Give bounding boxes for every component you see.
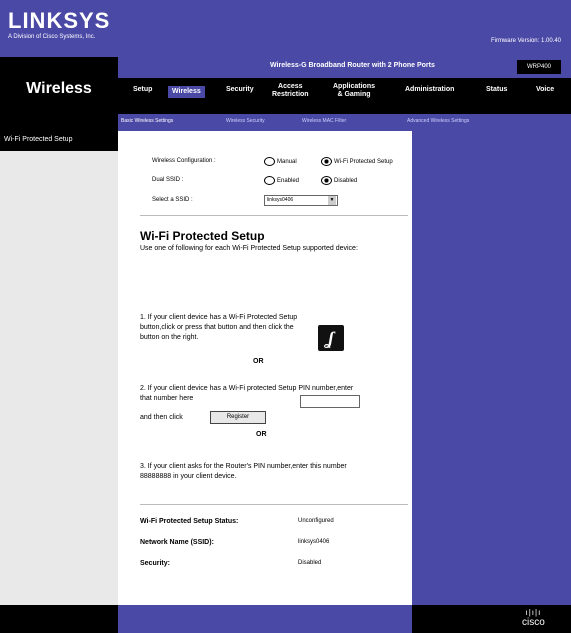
firmware-version: Firmware Version: 1.00.40 <box>490 38 561 44</box>
select-ssid-label: Select a SSID : <box>152 197 193 203</box>
product-name: Wireless-G Broadband Router with 2 Phone… <box>270 62 435 69</box>
security-label: Security: <box>140 560 170 567</box>
wps-step3: 3. If your client asks for the Router's … <box>140 463 347 480</box>
footer-right <box>412 605 571 633</box>
wps-status-value: Unconfigured <box>298 518 334 524</box>
wps-step2-then-click: and then click <box>140 414 183 421</box>
tab-wireless[interactable]: Wireless <box>168 86 205 98</box>
or-separator-2: OR <box>256 431 267 438</box>
divider-status <box>140 504 408 505</box>
dual-ssid-enabled-radio[interactable] <box>264 176 275 185</box>
tab-setup[interactable]: Setup <box>133 86 152 94</box>
cisco-bars-icon: ı|ı|ı <box>525 608 542 617</box>
cisco-logo: ı|ı|ı cisco <box>522 608 545 628</box>
tab-administration[interactable]: Administration <box>405 86 454 94</box>
tab-applications-gaming[interactable]: Applications & Gaming <box>333 83 375 99</box>
linksys-logo: LINKSYS <box>8 8 111 33</box>
dual-ssid-enabled-option[interactable]: Enabled <box>264 176 299 185</box>
tab-status[interactable]: Status <box>486 86 507 94</box>
tab-access-restriction[interactable]: Access Restriction <box>272 83 309 99</box>
network-name-label: Network Name (SSID): <box>140 539 214 546</box>
wps-label: Wi-Fi Protected Setup <box>334 159 393 166</box>
dual-ssid-disabled-radio[interactable] <box>321 176 332 185</box>
footer-left <box>0 605 118 633</box>
subtab-basic-wireless[interactable]: Basic Wireless Settings <box>121 118 173 124</box>
ssid-select[interactable]: linksys0406 ▼ <box>264 195 338 206</box>
divider <box>140 215 408 216</box>
wps-heading: Wi-Fi Protected Setup <box>140 229 265 243</box>
logo-tagline: A Division of Cisco Systems, Inc. <box>8 34 96 40</box>
wireless-config-label: Wireless Configuration : <box>152 158 216 164</box>
ssid-select-value: linksys0406 <box>267 197 294 203</box>
wps-option[interactable]: Wi-Fi Protected Setup <box>321 157 393 166</box>
chevron-down-icon: ▼ <box>328 196 336 205</box>
footer-center <box>118 605 412 633</box>
pin-number-input[interactable] <box>300 395 360 408</box>
wps-status-label: Wi-Fi Protected Setup Status: <box>140 518 239 525</box>
router-admin-page: LINKSYS A Division of Cisco Systems, Inc… <box>0 0 571 633</box>
tab-voice[interactable]: Voice <box>536 86 554 94</box>
sidebar <box>0 131 118 605</box>
manual-label: Manual <box>277 159 297 166</box>
wps-step1: 1. If your client device has a Wi-Fi Pro… <box>140 314 298 341</box>
wps-intro: Use one of following for each Wi-Fi Prot… <box>140 245 358 252</box>
dual-ssid-label: Dual SSID : <box>152 177 184 183</box>
security-value: Disabled <box>298 560 322 566</box>
cisco-wordmark: cisco <box>522 617 545 628</box>
subtab-advanced-wireless[interactable]: Advanced Wireless Settings <box>407 118 469 124</box>
right-panel <box>412 131 571 605</box>
network-name-value: linksys0406 <box>298 539 330 545</box>
subtab-mac-filter[interactable]: Wireless MAC Filter <box>302 118 346 124</box>
sidebar-subtitle: Wi-Fi Protected Setup <box>4 136 73 143</box>
or-separator-1: OR <box>253 358 264 365</box>
enabled-label: Enabled <box>277 178 300 185</box>
subtab-wireless-security[interactable]: Wireless Security <box>226 118 265 124</box>
wps-push-button-icon[interactable]: ʆ <box>318 325 344 351</box>
disabled-label: Disabled <box>334 178 358 185</box>
section-title: Wireless <box>26 80 92 97</box>
dual-ssid-disabled-option[interactable]: Disabled <box>321 176 357 185</box>
wps-radio[interactable] <box>321 157 332 166</box>
manual-radio[interactable] <box>264 157 275 166</box>
model-badge: WRP400 <box>517 60 561 74</box>
tab-security[interactable]: Security <box>226 86 254 94</box>
manual-option[interactable]: Manual <box>264 157 297 166</box>
register-button[interactable]: Register <box>210 411 266 424</box>
